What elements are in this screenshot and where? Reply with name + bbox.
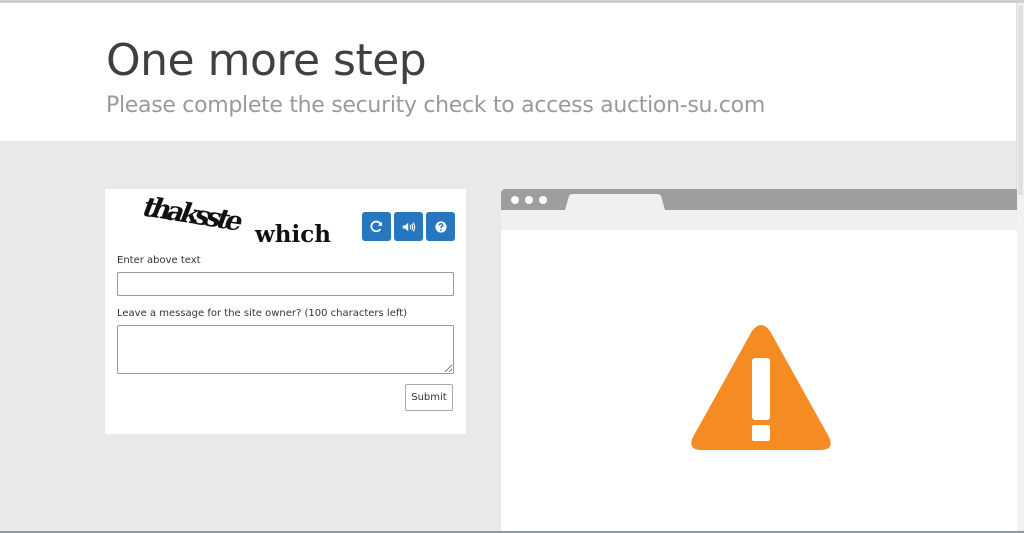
page-subtitle: Please complete the security check to ac…: [106, 93, 765, 118]
browser-address-area: [501, 210, 1017, 230]
refresh-captcha-button[interactable]: [362, 212, 391, 241]
window-dot: [539, 196, 547, 204]
question-icon: [434, 220, 447, 233]
submit-button[interactable]: Submit: [405, 384, 453, 411]
browser-toolbar: [501, 189, 1017, 210]
help-captcha-button[interactable]: [426, 212, 455, 241]
speaker-icon: [402, 221, 415, 232]
vertical-scrollbar[interactable]: [1016, 3, 1024, 530]
captcha-word: which: [255, 221, 331, 248]
page-title: One more step: [106, 35, 427, 86]
message-label: Leave a message for the site owner? (100…: [117, 308, 408, 319]
browser-illustration: [501, 189, 1017, 533]
captcha-input-label: Enter above text: [117, 255, 201, 266]
captcha-form: thaksste which Enter above text Leave a …: [105, 189, 466, 434]
captcha-image: thaksste which: [133, 192, 333, 251]
captcha-input[interactable]: [117, 272, 454, 296]
captcha-word: thaksste: [137, 192, 245, 237]
window-dot: [511, 196, 519, 204]
warning-triangle-icon: [691, 325, 831, 450]
page-header: One more step Please complete the securi…: [0, 3, 1017, 141]
browser-tab: [565, 194, 665, 210]
refresh-icon: [370, 220, 383, 233]
scrollbar-thumb[interactable]: [1018, 5, 1023, 195]
audio-captcha-button[interactable]: [394, 212, 423, 241]
message-textarea[interactable]: [117, 325, 454, 374]
window-dot: [525, 196, 533, 204]
